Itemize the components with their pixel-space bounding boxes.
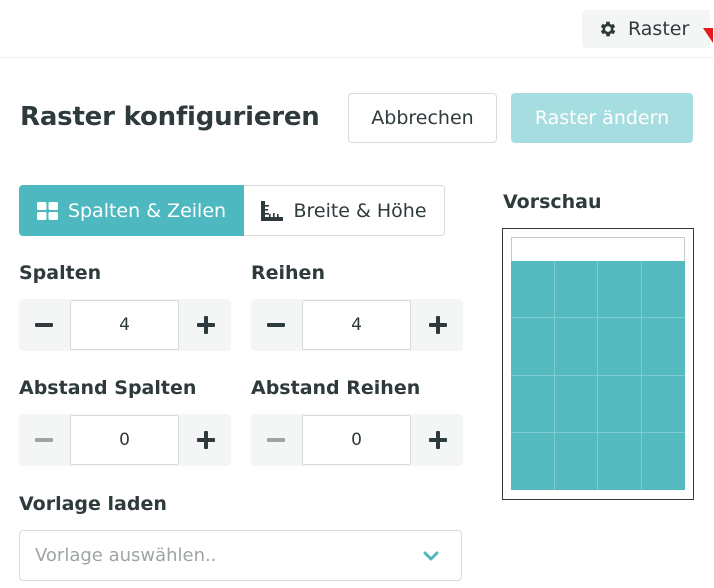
change-raster-button[interactable]: Raster ändern xyxy=(511,93,693,143)
preview-cell xyxy=(598,432,642,490)
divider xyxy=(0,57,714,58)
page-title: Raster konfigurieren xyxy=(20,102,320,132)
columns-input[interactable]: 4 xyxy=(70,300,179,350)
preview-cell xyxy=(555,432,598,490)
rows-label: Reihen xyxy=(251,262,325,284)
column-gap-stepper: 0 xyxy=(19,414,231,466)
chevron-down-icon xyxy=(423,548,439,564)
plus-icon xyxy=(429,431,447,449)
preview-cell xyxy=(598,318,642,376)
columns-decrement-button[interactable] xyxy=(19,299,69,351)
preview-cell xyxy=(511,318,555,376)
template-label: Vorlage laden xyxy=(19,493,167,515)
tab-label: Breite & Höhe xyxy=(293,199,427,222)
tab-label: Spalten & Zeilen xyxy=(67,199,227,222)
ruler-icon xyxy=(261,200,284,221)
rows-input[interactable]: 4 xyxy=(302,300,411,350)
minus-icon xyxy=(267,438,285,442)
preview-cell xyxy=(554,375,598,433)
row-gap-input[interactable]: 0 xyxy=(302,415,411,465)
preview-cell xyxy=(598,261,642,319)
preview-cell xyxy=(511,375,555,433)
minus-icon xyxy=(35,323,53,327)
row-gap-increment-button[interactable] xyxy=(413,414,463,466)
preview-label: Vorschau xyxy=(503,191,602,213)
minus-icon xyxy=(35,438,53,442)
column-gap-decrement-button[interactable] xyxy=(19,414,69,466)
grid-icon xyxy=(36,201,58,220)
tab-columns-rows[interactable]: Spalten & Zeilen xyxy=(19,185,244,236)
preview-cell xyxy=(554,261,598,319)
plus-icon xyxy=(197,431,215,449)
preview-cell xyxy=(511,261,555,319)
preview-cell xyxy=(642,433,686,490)
pointer-marker xyxy=(703,28,713,43)
column-gap-increment-button[interactable] xyxy=(181,414,231,466)
cancel-button[interactable]: Abbrechen xyxy=(348,93,497,143)
column-gap-label: Abstand Spalten xyxy=(19,377,197,399)
preview-grid xyxy=(511,261,685,490)
plus-icon xyxy=(197,316,215,334)
row-gap-decrement-button[interactable] xyxy=(251,414,301,466)
gear-icon xyxy=(598,19,618,39)
preview-header-area xyxy=(511,237,685,261)
preview-cell xyxy=(641,376,685,433)
columns-increment-button[interactable] xyxy=(181,299,231,351)
raster-button[interactable]: Raster xyxy=(582,10,710,48)
raster-button-label: Raster xyxy=(628,18,690,40)
preview-cell xyxy=(511,432,555,490)
columns-stepper: 4 xyxy=(19,299,231,351)
preview-cell xyxy=(641,318,685,376)
preview-cell xyxy=(554,318,598,376)
preview-cell xyxy=(641,261,685,319)
rows-increment-button[interactable] xyxy=(413,299,463,351)
plus-icon xyxy=(429,316,447,334)
minus-icon xyxy=(267,323,285,327)
row-gap-stepper: 0 xyxy=(251,414,463,466)
row-gap-label: Abstand Reihen xyxy=(251,377,421,399)
template-select-placeholder: Vorlage auswählen.. xyxy=(35,545,217,566)
preview-cell xyxy=(598,375,642,433)
rows-stepper: 4 xyxy=(251,299,463,351)
column-gap-input[interactable]: 0 xyxy=(70,415,179,465)
tab-width-height[interactable]: Breite & Höhe xyxy=(244,185,445,236)
columns-label: Spalten xyxy=(19,262,102,284)
rows-decrement-button[interactable] xyxy=(251,299,301,351)
template-select[interactable]: Vorlage auswählen.. xyxy=(19,530,462,581)
